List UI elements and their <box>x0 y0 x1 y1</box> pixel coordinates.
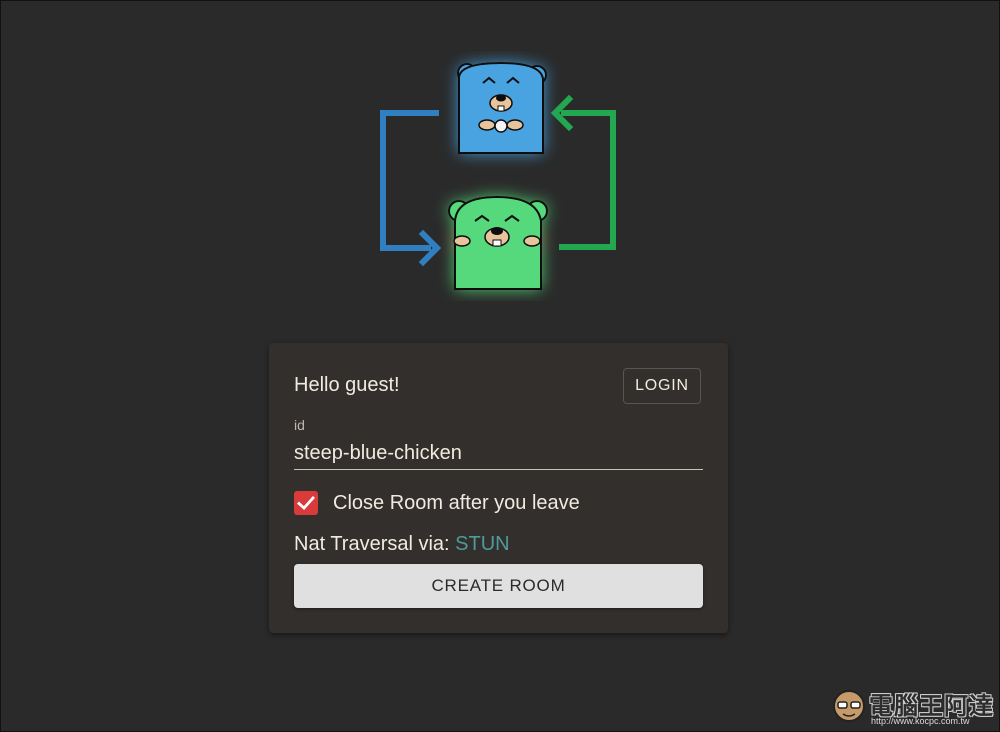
green-gopher-icon <box>448 195 548 290</box>
blue-gopher-icon <box>457 61 547 154</box>
watermark: 電腦王阿達 http://www.kocpc.com.tw <box>831 686 996 728</box>
greeting-text: Hello guest! <box>294 374 400 396</box>
nat-traversal-row: Nat Traversal via: STUN <box>294 533 510 556</box>
watermark-url: http://www.kocpc.com.tw <box>871 716 970 726</box>
create-room-card: Hello guest! LOGIN id Close Room after y… <box>269 343 728 633</box>
id-field-label: id <box>294 417 305 433</box>
green-arrow-icon <box>550 94 616 250</box>
app-background: Hello guest! LOGIN id Close Room after y… <box>0 0 1000 732</box>
mascot-icon <box>833 690 865 722</box>
close-room-checkbox[interactable] <box>294 491 318 515</box>
room-id-input[interactable] <box>294 437 703 470</box>
nat-traversal-stun-link[interactable]: STUN <box>455 533 509 555</box>
nat-traversal-label: Nat Traversal via: <box>294 533 456 555</box>
create-room-button[interactable]: CREATE ROOM <box>294 564 703 608</box>
blue-arrow-icon <box>380 110 442 267</box>
login-button[interactable]: LOGIN <box>623 368 701 404</box>
close-room-label: Close Room after you leave <box>333 492 580 514</box>
app-logo <box>380 61 616 290</box>
checkmark-icon <box>297 496 315 510</box>
